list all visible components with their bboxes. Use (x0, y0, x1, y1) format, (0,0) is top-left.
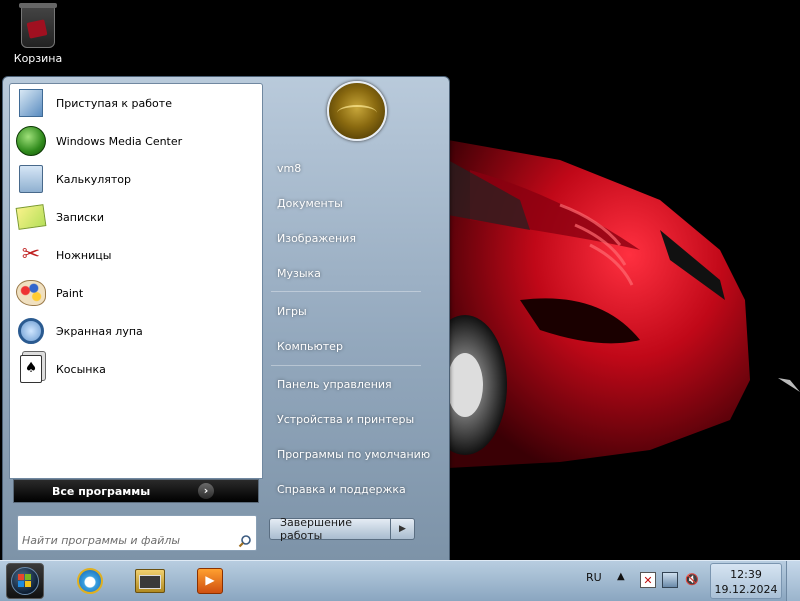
magnifier-icon (16, 316, 46, 346)
sticky-notes-icon (15, 202, 47, 232)
program-label: Ножницы (56, 248, 112, 262)
action-center-flag-icon[interactable]: ✕ (640, 572, 656, 588)
right-item-games[interactable]: Игры (269, 297, 443, 325)
clock-date: 19.12.2024 (714, 583, 778, 596)
right-item-pictures[interactable]: Изображения (269, 224, 443, 252)
show-desktop-button[interactable] (786, 561, 800, 601)
right-item-label: Программы по умолчанию (277, 447, 431, 461)
desktop-icon-recycle-bin[interactable]: Корзина (8, 3, 68, 65)
taskbar-windows-explorer[interactable] (130, 565, 170, 597)
getting-started-icon (16, 88, 46, 118)
paint-icon (16, 278, 46, 308)
recycle-bin-icon (19, 3, 57, 48)
volume-muted-icon[interactable]: 🔇 (684, 572, 700, 588)
solitaire-icon: ♠ (16, 354, 46, 384)
all-programs-label: Все программы (52, 484, 151, 498)
program-label: Paint (56, 286, 84, 300)
start-menu: Приступая к работе Windows Media Center … (2, 76, 450, 562)
chevron-right-icon: ▶ (399, 524, 406, 534)
program-label: Калькулятор (56, 172, 131, 186)
right-item-label: Справка и поддержка (277, 482, 406, 496)
shutdown-options-button[interactable]: ▶ (391, 518, 415, 540)
program-item-magnifier[interactable]: Экранная лупа (10, 312, 262, 350)
folder-icon (135, 569, 165, 593)
program-item-media-center[interactable]: Windows Media Center (10, 122, 262, 160)
program-label: Записки (56, 210, 104, 224)
user-account-picture[interactable] (327, 81, 387, 141)
right-item-default-programs[interactable]: Программы по умолчанию (269, 440, 443, 468)
program-item-paint[interactable]: Paint (10, 274, 262, 312)
taskbar-media-player[interactable]: ▶ (190, 565, 230, 597)
right-item-documents[interactable]: Документы (269, 189, 443, 217)
desktop-icon-label: Корзина (13, 52, 63, 65)
search-icon[interactable] (238, 534, 252, 548)
right-item-label: Документы (277, 196, 343, 210)
media-player-icon: ▶ (197, 568, 223, 594)
show-hidden-icons-chevron-icon[interactable]: ▲ (617, 571, 625, 582)
program-item-getting-started[interactable]: Приступая к работе (10, 84, 262, 122)
all-programs-button[interactable]: Все программы › (13, 479, 259, 503)
menu-separator (271, 365, 421, 366)
clock-time: 12:39 (730, 568, 762, 581)
taskbar: ▶ RU ▲ ✕ 🔇 12:39 19.12.2024 (0, 560, 800, 601)
menu-separator (271, 291, 421, 292)
snipping-tool-icon: ✂ (21, 242, 41, 267)
taskbar-internet-explorer[interactable] (70, 565, 110, 597)
start-button[interactable] (6, 563, 44, 599)
right-item-devices-printers[interactable]: Устройства и принтеры (269, 405, 443, 433)
right-item-label: Музыка (277, 266, 321, 280)
right-item-label: Устройства и принтеры (277, 412, 415, 426)
language-indicator[interactable]: RU (586, 571, 602, 584)
shutdown-label: Завершение работы (280, 516, 352, 542)
shutdown-button[interactable]: Завершение работы (269, 516, 391, 542)
program-label: Приступая к работе (56, 96, 172, 110)
search-input[interactable] (20, 533, 224, 548)
right-item-label: Игры (277, 304, 307, 318)
internet-explorer-icon (77, 568, 103, 594)
chevron-right-icon: › (198, 483, 214, 499)
program-item-calculator[interactable]: Калькулятор (10, 160, 262, 198)
network-icon[interactable] (662, 572, 678, 588)
right-item-computer[interactable]: Компьютер (269, 332, 443, 360)
program-item-snipping-tool[interactable]: ✂ Ножницы (10, 236, 262, 274)
right-item-music[interactable]: Музыка (269, 259, 443, 287)
program-label: Косынка (56, 362, 106, 376)
program-item-sticky-notes[interactable]: Записки (10, 198, 262, 236)
right-item-label: vm8 (277, 161, 302, 175)
right-item-user-folder[interactable]: vm8 (269, 154, 443, 182)
right-item-label: Панель управления (277, 377, 392, 391)
clock[interactable]: 12:39 19.12.2024 (710, 563, 782, 599)
program-item-solitaire[interactable]: ♠ Косынка (10, 350, 262, 388)
program-label: Windows Media Center (56, 134, 183, 148)
media-center-icon (16, 126, 46, 156)
right-item-label: Компьютер (277, 339, 343, 353)
calculator-icon (16, 164, 46, 194)
right-item-help-support[interactable]: Справка и поддержка (269, 475, 443, 503)
right-item-control-panel[interactable]: Панель управления (269, 370, 443, 398)
program-label: Экранная лупа (56, 324, 143, 338)
windows-logo-icon (11, 567, 39, 595)
start-menu-programs-pane: Приступая к работе Windows Media Center … (9, 83, 263, 479)
search-box[interactable] (17, 515, 257, 551)
right-item-label: Изображения (277, 231, 356, 245)
